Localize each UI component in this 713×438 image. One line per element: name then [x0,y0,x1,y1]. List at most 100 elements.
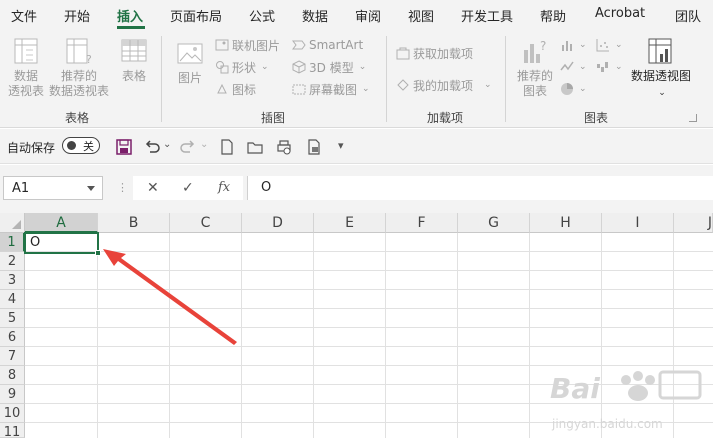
tab-developer[interactable]: 开发工具 [461,6,513,25]
table-button[interactable]: 表格 [114,36,154,84]
new-file-icon[interactable] [219,138,235,156]
dialog-launcher-icon[interactable] [689,114,697,122]
undo-icon[interactable] [143,138,161,156]
online-pictures-button[interactable]: 联机图片 [215,36,280,54]
get-addins-button[interactable]: 获取加载项 [396,44,473,62]
ribbon: 数据 透视表 ? 推荐的 数据透视表 表格 表格 图片 联机图片 形状 ⌄ 图标… [0,30,713,128]
pivot-chart-button[interactable]: 数据透视图 ⌄ [630,36,692,101]
autosave-state: 关 [83,140,94,153]
pivot-table-button[interactable]: 数据 透视表 [6,36,46,99]
scatter-chart-icon [596,39,609,52]
recommended-pivot-label-2: 数据透视表 [48,84,109,98]
line-chart-icon [560,61,574,71]
tab-view[interactable]: 视图 [408,6,434,25]
table-icon [121,39,147,62]
recommended-charts-label-2: 图表 [522,84,547,98]
smartart-button[interactable]: SmartArt [292,36,363,54]
formula-bar-grip-icon[interactable]: ⋮ [117,181,128,194]
column-chart-button[interactable]: ⌄ [560,36,587,54]
tab-insert[interactable]: 插入 [117,6,143,25]
pictures-button[interactable]: 图片 [172,40,208,86]
autosave-toggle[interactable]: 关 [62,137,100,154]
3d-model-label: 3D 模型 [309,60,354,75]
pivot-table-label-2: 透视表 [7,84,44,98]
get-addins-label: 获取加载项 [413,46,474,61]
pictures-label: 图片 [177,71,202,85]
tab-team[interactable]: 团队 [675,6,701,25]
tab-home[interactable]: 开始 [64,6,90,25]
pivot-table-icon [14,38,38,64]
icons-button[interactable]: 图标 [215,80,256,98]
line-chart-button[interactable]: ⌄ [560,58,587,76]
active-tab-indicator [117,26,145,29]
tab-file[interactable]: 文件 [11,6,37,25]
customize-toolbar-icon[interactable]: ▾ [338,139,344,152]
chevron-down-icon: ⌄ [358,62,367,72]
chevron-down-icon: ⌄ [579,40,587,50]
tab-formulas[interactable]: 公式 [249,6,275,25]
svg-text:?: ? [540,39,546,53]
recommended-charts-label-1: 推荐的 [516,69,553,83]
shapes-label: 形状 [232,60,257,75]
tab-review[interactable]: 审阅 [355,6,381,25]
store-icon [396,47,410,60]
tables-group-label: 表格 [65,111,90,125]
icons-icon [217,83,227,94]
table-label: 表格 [121,69,146,83]
recommended-pivot-icon: ? [66,38,92,66]
svg-text:?: ? [86,53,92,66]
chevron-down-icon: ⌄ [615,62,623,72]
shapes-icon [216,61,229,74]
recommended-charts-button[interactable]: ? 推荐的 图表 [514,36,556,99]
worksheet-grid[interactable]: A B C D E F G H I J 1 2 3 4 5 6 7 8 9 10… [0,213,713,438]
cancel-icon[interactable]: ✕ [147,180,159,196]
formula-input[interactable]: O [247,176,713,200]
addins-group-label: 加载项 [427,111,464,125]
tab-data[interactable]: 数据 [302,6,328,25]
chevron-down-icon: ⌄ [362,84,370,94]
recommended-pivot-label-1: 推荐的 [60,69,97,83]
redo-icon[interactable] [179,138,197,156]
pie-chart-button[interactable]: ⌄ [560,80,587,98]
pivot-chart-icon [648,38,672,64]
svg-text:jingyan.baidu.com: jingyan.baidu.com [551,417,663,431]
chevron-down-icon: ⌄ [579,62,587,72]
open-folder-icon[interactable] [246,138,264,156]
enter-icon[interactable]: ✓ [182,180,194,196]
chevron-down-icon: ⌄ [615,40,623,50]
insert-function-icon[interactable]: fx [218,180,230,195]
print-preview-icon[interactable] [275,138,293,156]
addin-icon [397,79,409,91]
shapes-button[interactable]: 形状 ⌄ [215,58,269,76]
tab-page-layout[interactable]: 页面布局 [170,6,222,25]
waterfall-chart-button[interactable]: ⌄ [596,58,623,76]
pie-chart-icon [561,83,573,95]
3d-model-button[interactable]: 3D 模型 ⌄ [292,58,366,76]
name-box[interactable]: A1 [3,176,103,200]
tab-acrobat[interactable]: Acrobat [595,6,645,21]
screenshot-icon [292,84,306,95]
recommended-charts-icon: ? [524,39,546,63]
tab-help[interactable]: 帮助 [540,6,566,25]
waterfall-chart-icon [597,62,608,72]
save-icon[interactable] [115,138,133,156]
online-pictures-label: 联机图片 [232,38,281,53]
recommended-pivot-button[interactable]: ? 推荐的 数据透视表 [48,36,110,99]
smartart-label: SmartArt [309,38,364,52]
redo-dropdown-icon[interactable]: ⌄ [200,139,208,150]
picture-icon [177,43,203,64]
my-addins-button[interactable]: 我的加载项 ⌄ [396,76,492,94]
my-addins-label: 我的加载项 [413,78,474,93]
scatter-chart-button[interactable]: ⌄ [596,36,623,54]
screenshot-button[interactable]: 屏幕截图 ⌄ [292,80,370,98]
autosave-label: 自动保存 [7,141,56,155]
undo-dropdown-icon[interactable]: ⌄ [163,139,171,150]
pivot-table-label-1: 数据 [13,69,38,83]
column-chart-icon [562,41,572,51]
chevron-down-icon[interactable] [87,186,95,191]
print-icon[interactable] [305,138,323,156]
illustrations-group-label: 插图 [261,111,286,125]
online-picture-icon [215,39,229,51]
chevron-down-icon: ⌄ [658,88,666,98]
pivot-chart-label: 数据透视图 [630,69,691,83]
